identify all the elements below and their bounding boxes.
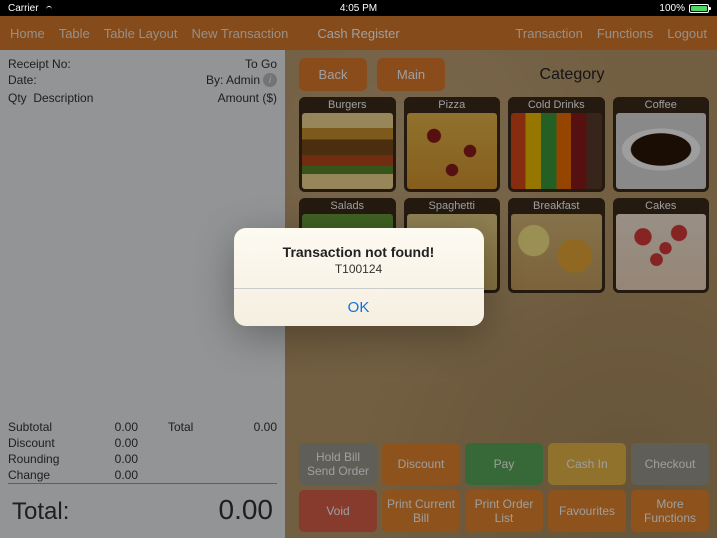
status-bar: Carrier 4:05 PM 100% [0, 0, 717, 16]
alert-subtitle: T100124 [246, 262, 472, 276]
alert-title: Transaction not found! [246, 244, 472, 260]
alert-ok-button[interactable]: OK [234, 289, 484, 326]
modal-overlay[interactable]: Transaction not found! T100124 OK [0, 16, 717, 538]
wifi-icon [43, 4, 55, 13]
alert-dialog: Transaction not found! T100124 OK [234, 228, 484, 326]
battery-pct: 100% [659, 3, 685, 14]
carrier-label: Carrier [8, 3, 39, 14]
clock: 4:05 PM [340, 3, 377, 14]
battery-icon [689, 4, 709, 13]
